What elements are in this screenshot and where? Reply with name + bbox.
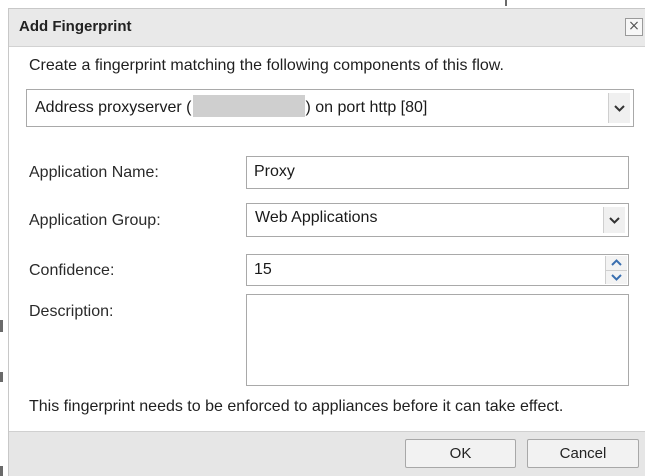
application-group-value: Web Applications (255, 209, 378, 226)
cancel-button[interactable]: Cancel (527, 439, 639, 468)
application-group-select[interactable]: Web Applications (246, 203, 629, 237)
add-fingerprint-dialog: Add Fingerprint × Create a fingerprint m… (8, 8, 645, 476)
background-mark (505, 0, 507, 6)
application-name-value: Proxy (254, 163, 295, 180)
background-mark (0, 466, 3, 476)
intro-text: Create a fingerprint matching the follow… (29, 57, 504, 74)
confidence-stepper[interactable]: 15 (246, 254, 629, 286)
address-select-prefix: Address proxyserver ( (35, 99, 192, 116)
description-label: Description: (29, 303, 114, 320)
description-textarea[interactable] (246, 294, 629, 386)
dialog-button-bar: OK Cancel (9, 431, 645, 476)
close-icon[interactable]: × (625, 18, 643, 36)
enforcement-note: This fingerprint needs to be enforced to… (29, 398, 564, 415)
redacted-address (192, 95, 305, 117)
spinner-up-icon[interactable] (605, 256, 627, 270)
spinner-down-icon[interactable] (605, 269, 627, 284)
flow-component-select[interactable]: Address proxyserver ( ) on port http [80] (26, 89, 634, 127)
confidence-value: 15 (254, 261, 272, 278)
confidence-spinner (605, 256, 627, 284)
dialog-titlebar[interactable]: Add Fingerprint × (9, 9, 645, 47)
application-name-label: Application Name: (29, 164, 159, 181)
confidence-label: Confidence: (29, 262, 115, 279)
chevron-down-icon[interactable] (608, 93, 630, 123)
address-select-suffix: ) on port http [80] (305, 99, 428, 116)
ok-button[interactable]: OK (405, 439, 516, 468)
background-mark (0, 372, 3, 382)
background-mark (0, 320, 3, 332)
dialog-title: Add Fingerprint (19, 18, 132, 35)
chevron-down-icon[interactable] (603, 207, 625, 233)
application-name-input[interactable]: Proxy (246, 156, 629, 189)
application-group-label: Application Group: (29, 212, 161, 229)
